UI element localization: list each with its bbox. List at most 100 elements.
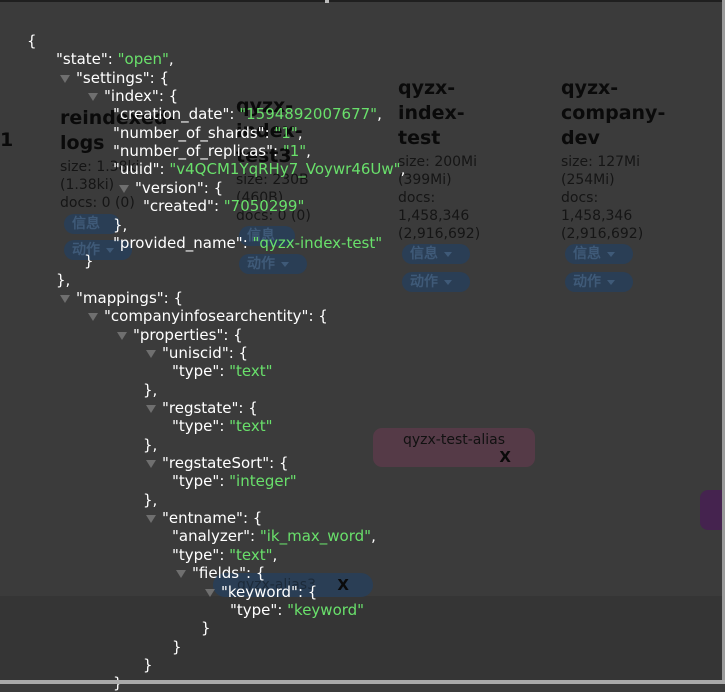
json-line[interactable]: "regstateSort": {: [146, 454, 289, 472]
json-line[interactable]: "mappings": {: [60, 289, 183, 307]
json-line[interactable]: "regstate": {: [146, 399, 258, 417]
json-punct: },: [56, 271, 71, 289]
json-punct: :: [250, 527, 260, 545]
json-key: "created": [143, 197, 214, 215]
json-key: "fields": [192, 564, 246, 582]
json-value: "qyzx-index-test": [252, 234, 383, 252]
collapse-toggle-icon[interactable]: [88, 92, 98, 101]
json-key: "version": [135, 179, 204, 197]
json-punct: : {: [203, 179, 224, 197]
json-line: "created": "7050299": [143, 197, 304, 215]
json-line[interactable]: "index": {: [88, 87, 178, 105]
json-value: "integer": [229, 472, 297, 490]
json-key: "number_of_replicas": [113, 142, 273, 160]
json-punct: ,: [377, 105, 382, 123]
json-punct: ,: [297, 124, 303, 142]
json-punct: : {: [308, 307, 328, 325]
json-punct: :: [107, 50, 118, 68]
json-key: "type": [230, 601, 278, 619]
json-punct: }: [201, 619, 211, 637]
json-key: "uuid": [113, 160, 160, 178]
json-line[interactable]: "fields": {: [176, 564, 265, 582]
json-punct: : {: [149, 69, 169, 87]
json-line: },: [113, 216, 127, 234]
json-punct: }: [143, 656, 153, 674]
json-line[interactable]: "entname": {: [146, 509, 262, 527]
json-punct: ,: [400, 160, 406, 178]
json-punct: :: [229, 105, 240, 123]
collapse-toggle-icon[interactable]: [60, 74, 70, 83]
json-line: "type": "text": [172, 417, 273, 435]
json-punct: },: [143, 436, 158, 454]
collapse-toggle-icon[interactable]: [146, 459, 156, 468]
collapse-toggle-icon[interactable]: [146, 349, 156, 358]
collapse-toggle-icon[interactable]: [60, 294, 70, 303]
json-punct: ,: [168, 50, 174, 68]
json-line: }: [84, 252, 94, 270]
json-line[interactable]: "uniscid": {: [146, 344, 248, 362]
json-value: "1": [274, 124, 298, 142]
json-punct: :: [219, 417, 230, 435]
json-line: "creation_date": "1594892007677",: [113, 105, 382, 123]
json-value: "1": [282, 142, 307, 160]
json-line: },: [143, 436, 157, 454]
json-value: "1594892007677": [239, 105, 378, 123]
json-line: {: [27, 32, 37, 50]
collapse-toggle-icon[interactable]: [117, 331, 127, 340]
json-key: "index": [104, 87, 159, 105]
json-value: "ik_max_word": [259, 527, 372, 545]
collapse-toggle-icon[interactable]: [176, 569, 186, 578]
json-punct: : {: [228, 344, 249, 362]
json-line: "type": "keyword": [230, 601, 364, 619]
json-line[interactable]: "version": {: [119, 179, 223, 197]
json-line: "type": "text": [172, 362, 273, 380]
json-viewer: {"state": "open", "settings": {"index": {…: [0, 0, 722, 692]
json-punct: : {: [245, 564, 266, 582]
json-punct: :: [159, 160, 170, 178]
json-punct: },: [143, 381, 158, 399]
json-punct: }: [172, 638, 182, 656]
json-punct: :: [264, 124, 275, 142]
collapse-toggle-icon[interactable]: [146, 404, 156, 413]
json-line[interactable]: "settings": {: [60, 69, 169, 87]
json-line: }: [201, 619, 211, 637]
json-line[interactable]: "properties": {: [117, 326, 243, 344]
json-line[interactable]: "keyword": {: [205, 583, 317, 601]
json-punct: : {: [238, 399, 258, 417]
json-line: }: [172, 638, 182, 656]
json-punct: : {: [242, 509, 263, 527]
collapse-toggle-icon[interactable]: [205, 588, 215, 597]
json-key: "mappings": [76, 289, 164, 307]
json-key: "uniscid": [162, 344, 229, 362]
json-value: "text": [229, 546, 273, 564]
json-line: }: [143, 656, 153, 674]
json-line: "state": "open",: [56, 50, 174, 68]
json-punct: ,: [272, 546, 278, 564]
json-line: "provided_name": "qyzx-index-test": [113, 234, 382, 252]
json-punct: },: [143, 491, 158, 509]
collapse-toggle-icon[interactable]: [119, 184, 129, 193]
json-key: "companyinfosearchentity": [104, 307, 309, 325]
json-punct: : {: [269, 454, 289, 472]
json-line: "number_of_replicas": "1",: [113, 142, 311, 160]
json-line[interactable]: "companyinfosearchentity": {: [88, 307, 328, 325]
json-punct: :: [219, 362, 230, 380]
json-line: "type": "integer": [172, 472, 297, 490]
bottom-border: [0, 680, 725, 684]
json-key: "state": [56, 50, 108, 68]
json-key: "provided_name": [113, 234, 243, 252]
json-key: "type": [172, 472, 220, 490]
json-value: "v4QCM1YqRHy7_Voywr46Uw": [169, 160, 401, 178]
json-key: "creation_date": [113, 105, 230, 123]
json-line: },: [56, 271, 70, 289]
json-key: "type": [172, 417, 220, 435]
json-punct: ,: [306, 142, 311, 160]
collapse-toggle-icon[interactable]: [146, 514, 156, 523]
json-key: "settings": [76, 69, 150, 87]
json-punct: :: [272, 142, 283, 160]
json-line: },: [143, 381, 157, 399]
collapse-toggle-icon[interactable]: [88, 312, 98, 321]
json-line: "analyzer": "ik_max_word",: [172, 527, 376, 545]
json-punct: : {: [163, 289, 184, 307]
json-value: "text": [229, 362, 273, 380]
